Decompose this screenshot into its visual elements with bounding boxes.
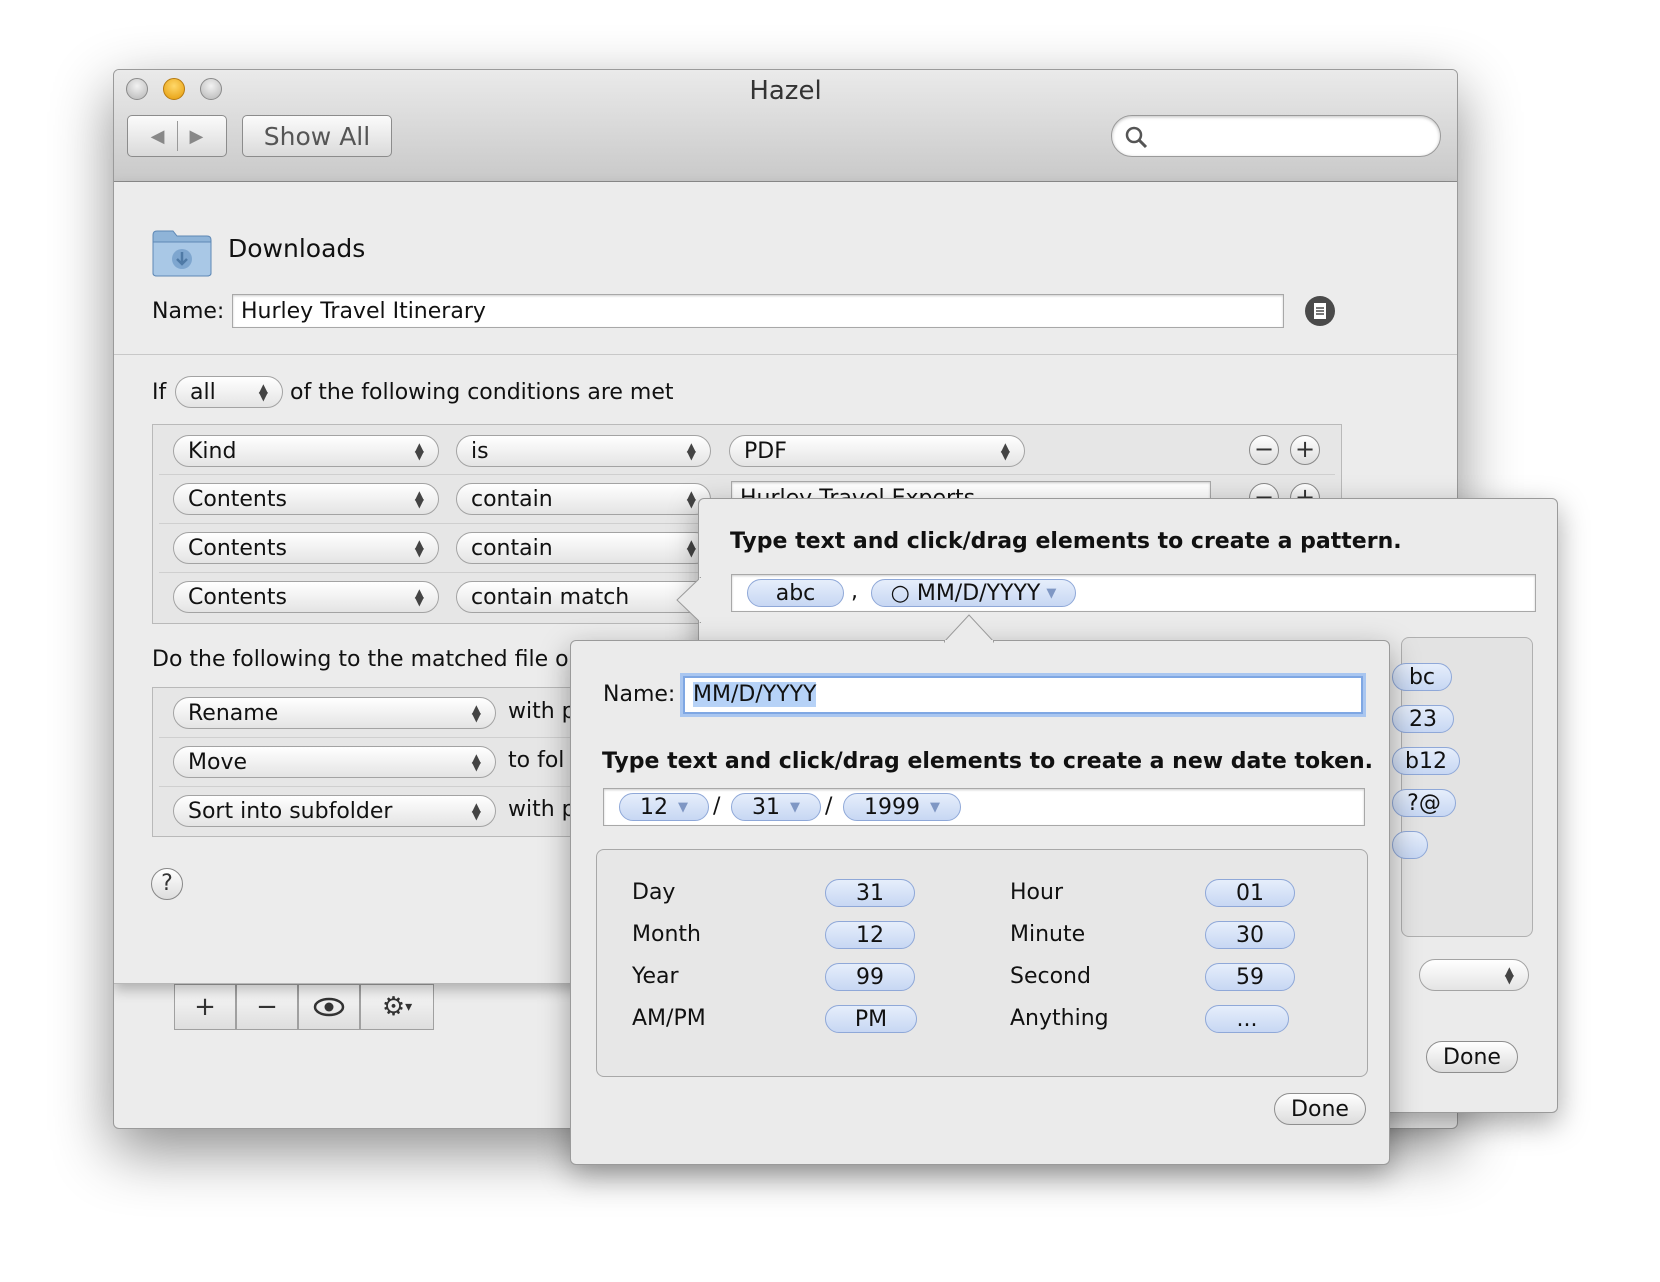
condition-attribute-popup[interactable]: Contents ▲ ▼	[173, 483, 439, 515]
pattern-elements-panel: bc 23 b12 ?@	[1392, 637, 1533, 937]
month-token[interactable]: 12 ▼	[619, 793, 709, 821]
element-token-ampm[interactable]: PM	[825, 1005, 917, 1033]
element-label: Day	[632, 880, 676, 905]
condition-attribute-popup[interactable]: Contents ▲ ▼	[173, 581, 439, 613]
action-popup[interactable]: Rename ▲ ▼	[173, 697, 496, 729]
element-token-hour[interactable]: 01	[1205, 879, 1295, 907]
show-all-button[interactable]: Show All	[242, 115, 392, 157]
element-label: Anything	[1010, 1006, 1109, 1031]
action-suffix: with p	[508, 797, 576, 822]
pattern-separator: ,	[851, 579, 858, 604]
action-suffix: with p	[508, 699, 576, 724]
element-label: Month	[632, 922, 701, 947]
pattern-element-token[interactable]	[1392, 831, 1428, 859]
chevron-down-icon: ▼	[678, 799, 688, 815]
gear-icon[interactable]: ⚙ ▾	[360, 984, 434, 1030]
element-label: Hour	[1010, 880, 1063, 905]
remove-condition-button[interactable]: −	[1249, 435, 1279, 465]
element-token-day[interactable]: 31	[825, 879, 915, 907]
element-label: Second	[1010, 964, 1091, 989]
chevron-down-icon: ▼	[1046, 585, 1057, 601]
element-token-minute[interactable]: 30	[1205, 921, 1295, 949]
pattern-element-token[interactable]: 23	[1392, 705, 1454, 733]
actions-header: Do the following to the matched file or …	[152, 647, 606, 672]
element-token-second[interactable]: 59	[1205, 963, 1295, 991]
condition-operator-popup[interactable]: contain match▲▼	[456, 581, 711, 613]
downloads-folder-icon	[152, 230, 212, 277]
folder-name: Downloads	[228, 234, 366, 263]
popover-arrow	[676, 577, 701, 623]
updown-arrow-icon: ▲ ▼	[258, 381, 268, 403]
condition-operator-popup[interactable]: is ▲ ▼	[456, 435, 711, 467]
pattern-option-popup[interactable]: ▲ ▼	[1419, 959, 1529, 991]
condition-attribute-popup[interactable]: Kind ▲ ▼	[173, 435, 439, 467]
condition-operator-popup[interactable]: contain ▲ ▼	[456, 483, 711, 515]
pattern-header: Type text and click/drag elements to cre…	[730, 529, 1402, 554]
action-suffix: to fol	[508, 748, 565, 773]
match-mode-popup[interactable]: all ▲ ▼	[175, 376, 283, 408]
element-token-anything[interactable]: ...	[1205, 1005, 1289, 1033]
element-token-month[interactable]: 12	[825, 921, 915, 949]
search-field[interactable]	[1111, 115, 1441, 157]
notes-icon[interactable]	[1304, 295, 1336, 327]
element-label: Year	[632, 964, 679, 989]
date-token-popover: Name: MM/D/YYYY Type text and click/drag…	[570, 614, 1390, 1165]
date-elements-panel: Day 31 Month 12 Year 99 AM/PM PM Hour 01…	[596, 849, 1368, 1077]
token-name-label: Name:	[603, 682, 676, 707]
token-name-value: MM/D/YYYY	[693, 682, 817, 707]
remove-rule-button[interactable]: −	[236, 984, 298, 1030]
element-label: AM/PM	[632, 1006, 706, 1031]
pattern-element-token[interactable]: bc	[1392, 663, 1452, 691]
forward-icon[interactable]: ▶	[190, 126, 204, 147]
chevron-down-icon: ▼	[930, 799, 940, 815]
add-condition-button[interactable]: +	[1290, 435, 1320, 465]
pattern-element-token[interactable]: b12	[1392, 747, 1460, 775]
search-icon	[1125, 126, 1148, 149]
back-icon[interactable]: ◀	[151, 126, 165, 147]
pattern-done-button[interactable]: Done	[1426, 1041, 1518, 1073]
title-bar: Hazel ◀ ▶ Show All	[114, 70, 1457, 182]
date-separator: /	[825, 794, 833, 819]
rule-name-field[interactable]: Hurley Travel Itinerary	[232, 294, 1284, 328]
token-name-field[interactable]: MM/D/YYYY	[683, 676, 1363, 714]
divider	[114, 354, 1457, 355]
window-title: Hazel	[749, 76, 822, 106]
year-token[interactable]: 1999 ▼	[843, 793, 961, 821]
condition-operator-popup[interactable]: contain ▲ ▼	[456, 532, 711, 564]
preview-eye-icon[interactable]	[298, 984, 360, 1030]
help-button[interactable]: ?	[151, 868, 183, 900]
rule-name-label: Name:	[152, 299, 225, 324]
condition-row: Kind ▲ ▼ is ▲ ▼ PDF ▲ ▼ − +	[153, 425, 1341, 474]
day-token[interactable]: 31 ▼	[731, 793, 821, 821]
if-label: If	[152, 380, 167, 405]
conditions-suffix: of the following conditions are met	[290, 380, 674, 405]
element-label: Minute	[1010, 922, 1086, 947]
element-token-year[interactable]: 99	[825, 963, 915, 991]
condition-attribute-popup[interactable]: Contents ▲ ▼	[173, 532, 439, 564]
date-token-header: Type text and click/drag elements to cre…	[602, 749, 1374, 774]
chevron-down-icon: ▼	[790, 799, 800, 815]
action-popup[interactable]: Move ▲ ▼	[173, 746, 496, 778]
pattern-token-text[interactable]: abc	[747, 579, 844, 607]
pattern-token-date[interactable]: ○ MM/D/YYYY ▼	[871, 579, 1076, 607]
date-token-done-button[interactable]: Done	[1274, 1093, 1366, 1125]
back-forward-buttons[interactable]: ◀ ▶	[127, 115, 227, 157]
pattern-element-token[interactable]: ?@	[1392, 789, 1456, 817]
add-rule-button[interactable]: +	[174, 984, 236, 1030]
popover-arrow	[944, 614, 994, 643]
match-mode-value: all	[190, 379, 216, 405]
action-popup[interactable]: Sort into subfolder ▲ ▼	[173, 795, 496, 827]
date-separator: /	[713, 794, 721, 819]
condition-value-popup[interactable]: PDF ▲ ▼	[729, 435, 1025, 467]
